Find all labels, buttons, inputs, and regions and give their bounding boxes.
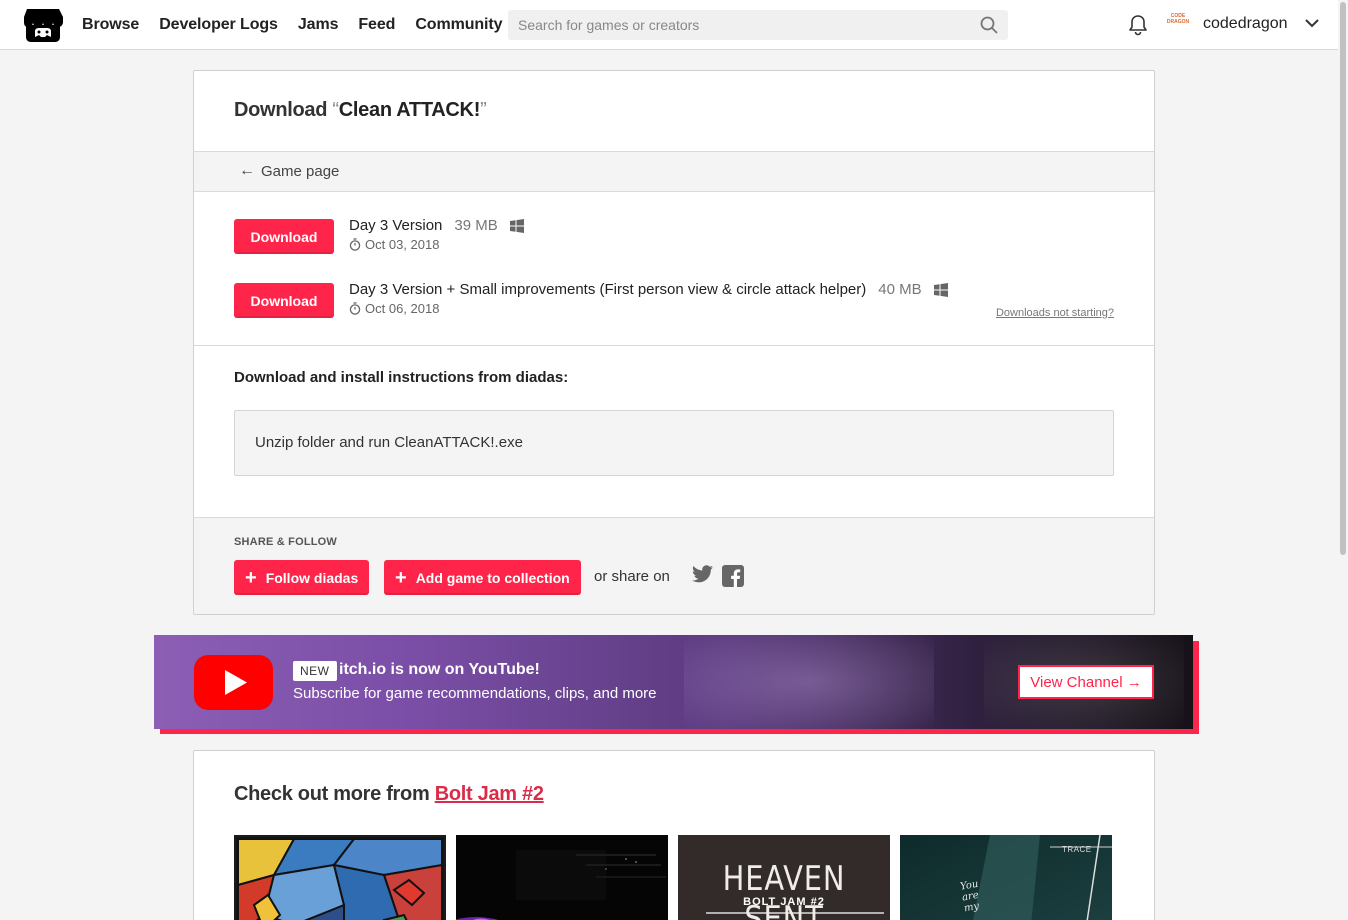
download-button[interactable]: Download (234, 219, 334, 254)
thumbnail-text: TRACE (1062, 845, 1092, 854)
dark-game-thumbnail (456, 835, 668, 920)
upload-title: Day 3 Version + Small improvements (Firs… (349, 281, 948, 298)
windows-icon (933, 282, 948, 297)
instructions-text: Unzip folder and run CleanATTACK!.exe (255, 434, 523, 451)
view-channel-button[interactable]: View Channel → (1018, 665, 1154, 699)
nav-feed[interactable]: Feed (358, 16, 395, 34)
arrow-left-icon: ← (239, 162, 255, 179)
search-input[interactable] (508, 10, 968, 40)
game-thumbnail[interactable]: TRACE You are my (900, 835, 1112, 920)
jam-link[interactable]: Bolt Jam #2 (435, 783, 544, 805)
downloads-not-starting-link[interactable]: Downloads not starting? (996, 307, 1114, 319)
instructions-box: Unzip folder and run CleanATTACK!.exe (234, 410, 1114, 476)
stained-glass-thumbnail (234, 835, 446, 920)
upload-size: 40 MB (878, 281, 922, 298)
nav-browse[interactable]: Browse (82, 16, 139, 34)
game-page-link[interactable]: ← Game page (239, 162, 339, 180)
facebook-icon[interactable] (722, 565, 744, 587)
upload-size: 39 MB (454, 217, 498, 234)
title-game-name: Clean ATTACK! (338, 99, 481, 121)
upload-name: Day 3 Version + Small improvements (Firs… (349, 281, 867, 298)
youtube-banner-title: itch.io is now on YouTube! (339, 661, 540, 678)
more-from-heading: Check out more from Bolt Jam #2 (234, 783, 544, 806)
thumbnail-text: You are my (959, 878, 981, 915)
top-header: Browse Developer Logs Jams Feed Communit… (0, 0, 1338, 50)
stopwatch-icon (349, 302, 361, 315)
upload-date: Oct 06, 2018 (349, 301, 439, 316)
youtube-logo-icon (194, 655, 273, 710)
follow-button-label: Follow diadas (265, 569, 359, 586)
game-thumbnail[interactable] (234, 835, 446, 920)
upload-title: Day 3 Version 39 MB (349, 217, 524, 234)
download-card: Download “Clean ATTACK!” ← Game page Dow… (193, 70, 1155, 615)
title-close-quote: ” (480, 99, 487, 121)
scrollbar-thumb[interactable] (1340, 2, 1346, 555)
username[interactable]: codedragon (1203, 15, 1288, 33)
game-thumbnail[interactable] (456, 835, 668, 920)
add-to-collection-button[interactable]: + Add game to collection (384, 560, 581, 595)
add-to-collection-label: Add game to collection (415, 569, 570, 586)
share-on-label: or share on (594, 568, 670, 585)
upload-name: Day 3 Version (349, 217, 443, 234)
heaven-sent-subtitle: BOLT JAM #2 (743, 896, 825, 908)
game-thumbnail[interactable]: HEAVEN SENT BOLT JAM #2 (678, 835, 890, 920)
back-bar: ← Game page (194, 151, 1154, 192)
share-follow-bar: SHARE & FOLLOW + Follow diadas + Add gam… (194, 517, 1154, 614)
follow-button[interactable]: + Follow diadas (234, 560, 370, 595)
upload-date: Oct 03, 2018 (349, 237, 439, 252)
nav-community[interactable]: Community (415, 16, 502, 34)
upload-date-text: Oct 03, 2018 (365, 237, 440, 252)
plus-icon: + (245, 566, 257, 589)
search-icon[interactable] (980, 16, 998, 34)
youtube-banner: NEW itch.io is now on YouTube! Subscribe… (154, 635, 1193, 729)
new-badge: NEW (293, 661, 337, 681)
upload-date-text: Oct 06, 2018 (365, 301, 440, 316)
page-scrollbar[interactable] (1338, 0, 1348, 920)
download-button[interactable]: Download (234, 283, 334, 318)
bell-icon[interactable] (1128, 14, 1148, 36)
avatar[interactable]: CODE DRAGON (1164, 13, 1192, 35)
game-page-link-label: Game page (261, 162, 340, 180)
banner-background-blur (684, 635, 934, 729)
nav-jams[interactable]: Jams (298, 16, 339, 34)
stopwatch-icon (349, 238, 361, 251)
heaven-sent-title: HEAVEN SENT (722, 859, 846, 920)
title-lead: Download (234, 99, 333, 121)
itchio-logo[interactable] (23, 7, 63, 43)
more-from-jam-card: Check out more from Bolt Jam #2 HEAVEN S… (193, 750, 1155, 920)
more-from-prefix: Check out more from (234, 783, 435, 805)
share-follow-label: SHARE & FOLLOW (234, 536, 338, 548)
twitter-icon[interactable] (692, 565, 713, 583)
search-box (508, 10, 1008, 40)
page-title: Download “Clean ATTACK!” (234, 99, 487, 122)
nav-developer-logs[interactable]: Developer Logs (159, 16, 278, 34)
chevron-down-icon[interactable] (1304, 17, 1320, 29)
windows-icon (509, 218, 524, 233)
instructions-heading: Download and install instructions from d… (234, 369, 569, 386)
plus-icon: + (395, 566, 407, 589)
divider (194, 345, 1154, 346)
youtube-banner-subtitle: Subscribe for game recommendations, clip… (293, 685, 657, 702)
main-nav: Browse Developer Logs Jams Feed Communit… (82, 0, 522, 50)
